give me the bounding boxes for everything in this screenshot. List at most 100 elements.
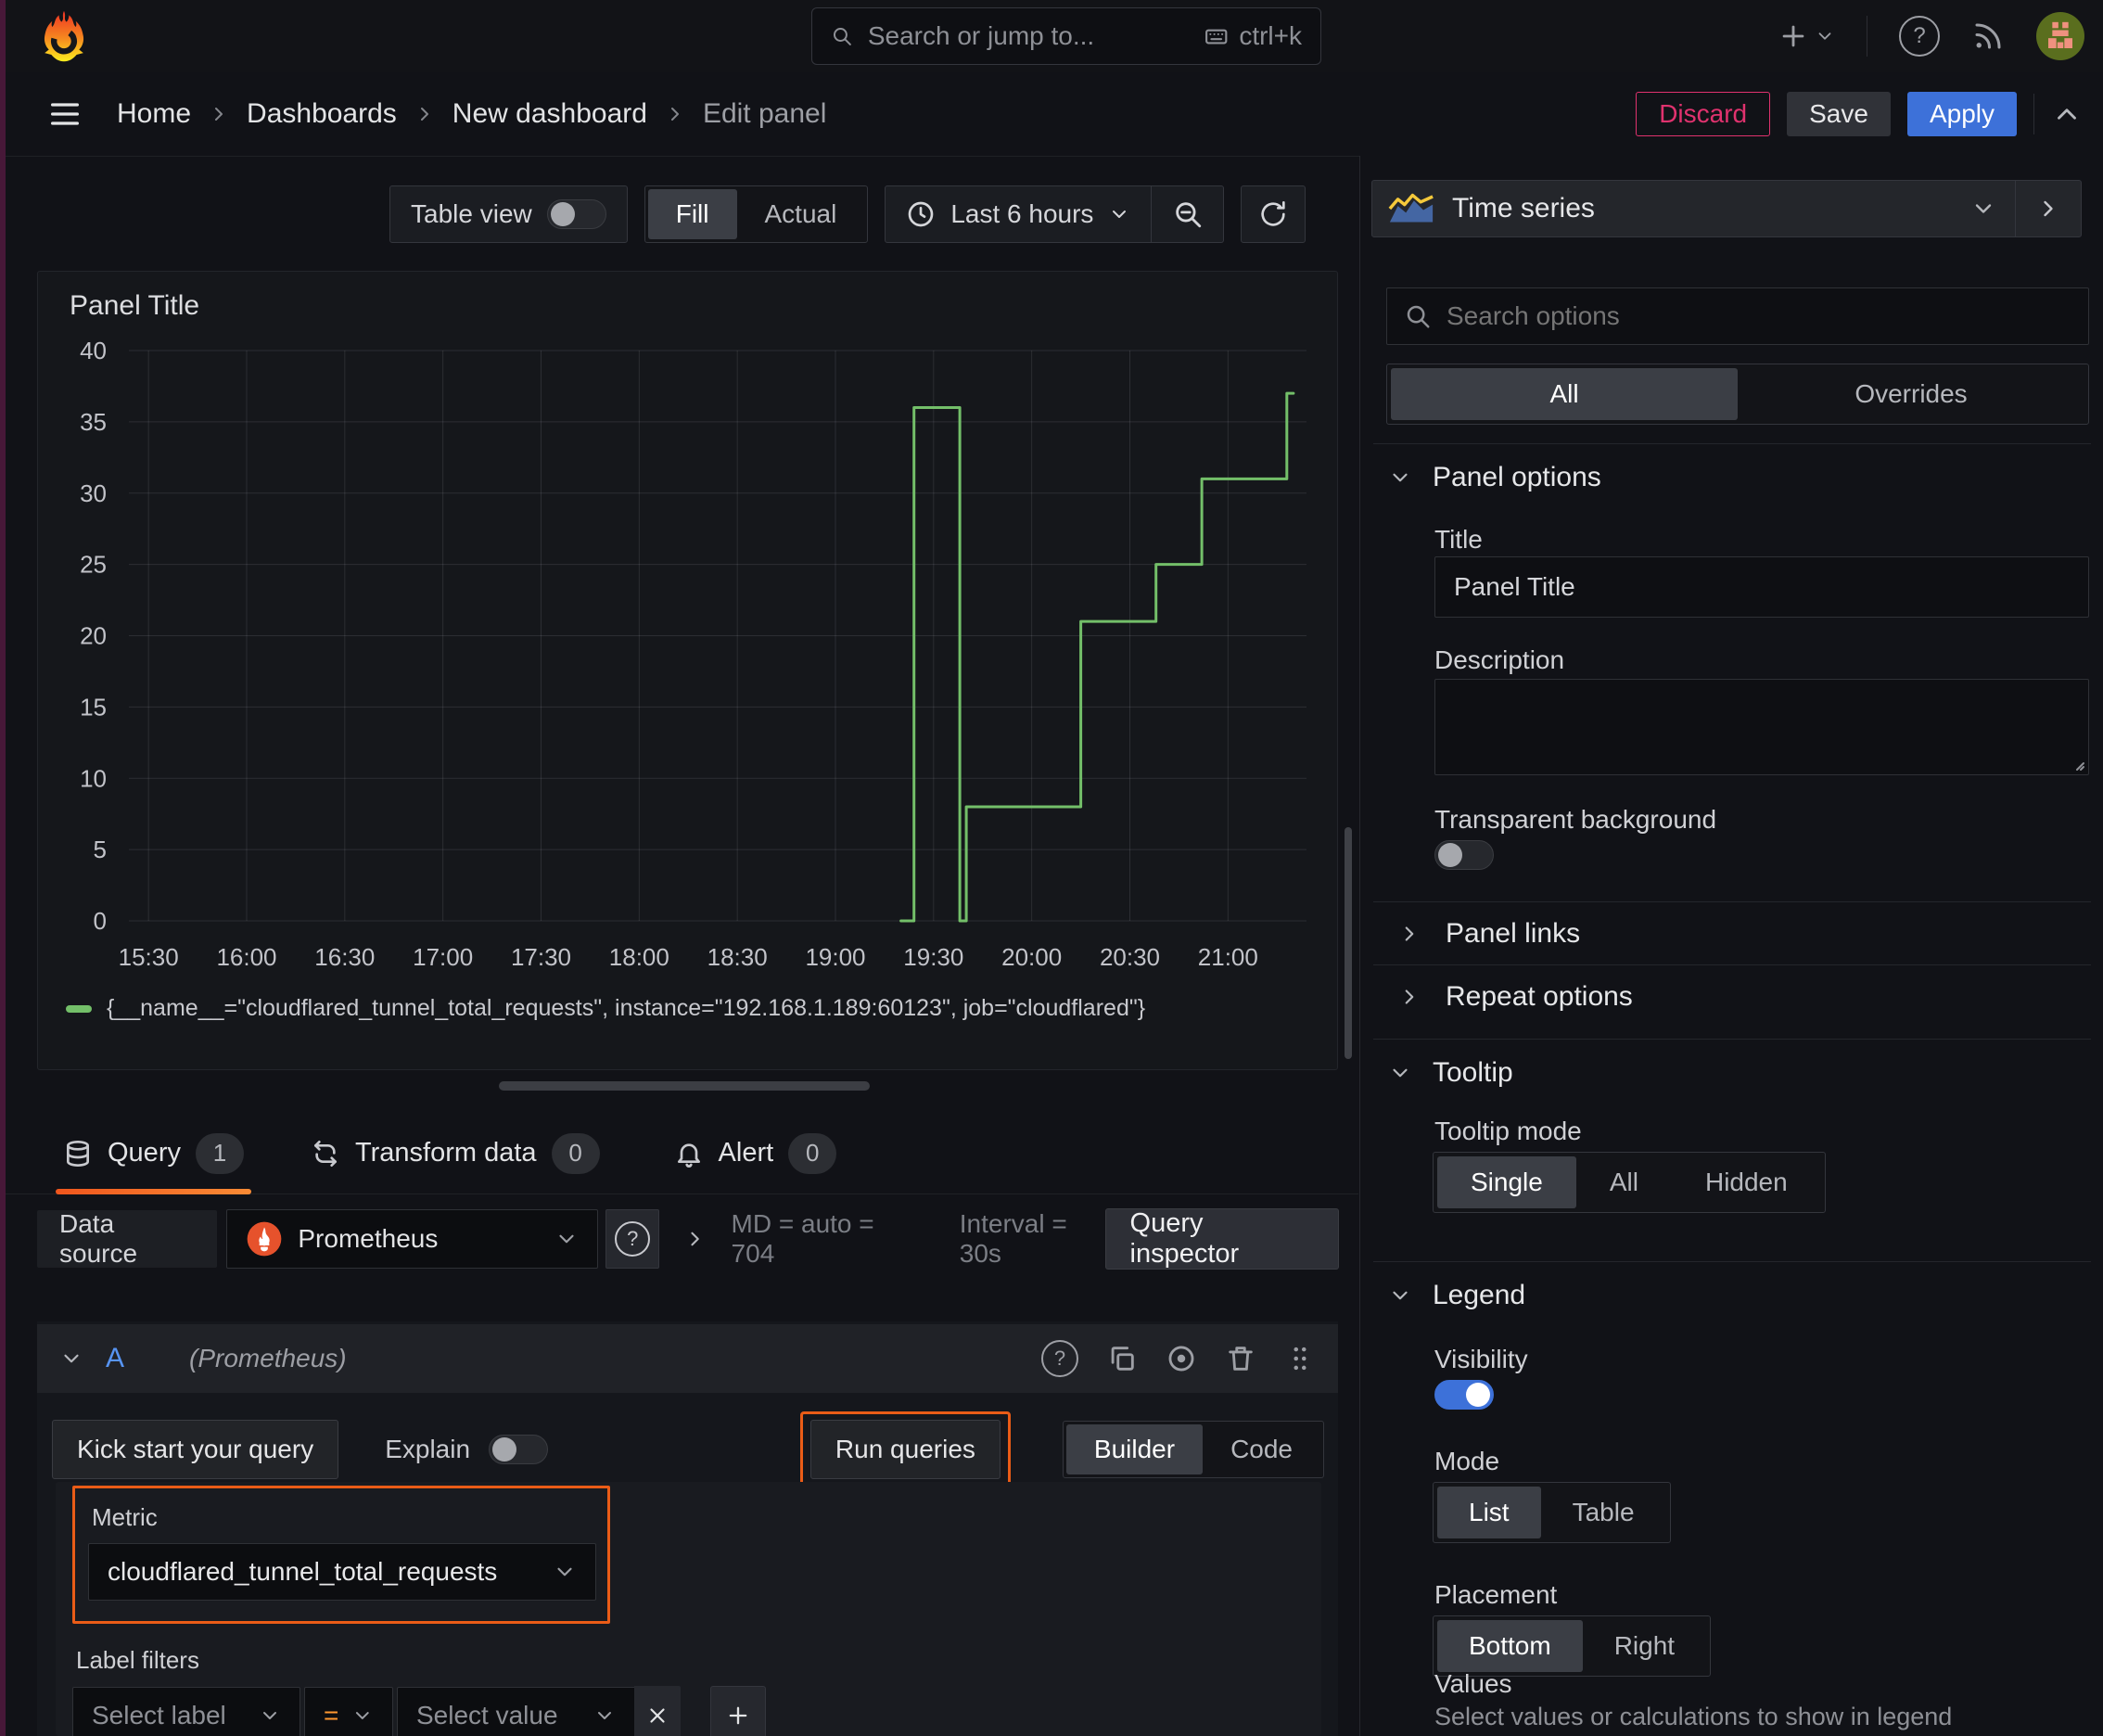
metric-select[interactable]: cloudflared_tunnel_total_requests [88,1543,596,1601]
repeat-options-title: Repeat options [1446,981,1633,1012]
tooltip-hidden-option[interactable]: Hidden [1672,1156,1821,1208]
legend-series-name[interactable]: {__name__="cloudflared_tunnel_total_requ… [107,995,1145,1022]
collapse-header-icon[interactable] [2051,98,2083,130]
legend-placement-bottom[interactable]: Bottom [1437,1620,1583,1672]
visualization-picker[interactable]: Time series [1371,180,2082,237]
collapse-query-icon[interactable] [59,1347,83,1371]
refresh-button[interactable] [1241,185,1306,243]
legend-placement-right[interactable]: Right [1583,1620,1706,1672]
grafana-logo[interactable] [37,9,91,63]
tab-transform-data[interactable]: Transform data 0 [311,1113,600,1194]
repeat-options-header[interactable]: Repeat options [1397,981,1633,1013]
select-value-dropdown[interactable]: Select value [397,1687,634,1736]
svg-text:21:00: 21:00 [1198,943,1258,971]
remove-filter-button[interactable] [634,1686,681,1736]
tab-all[interactable]: All [1391,368,1738,420]
stat-max-data-points: MD = auto = 704 [731,1209,874,1268]
news-rss-icon[interactable] [1971,19,2005,53]
tooltip-header[interactable]: Tooltip [1388,1057,1513,1089]
transparent-background-switch[interactable] [1434,840,1494,870]
fill-option[interactable]: Fill [647,189,737,239]
panel-options-header[interactable]: Panel options [1388,462,1601,493]
query-datasource-note: (Prometheus) [189,1344,347,1372]
scrollbar-thumb[interactable] [1345,827,1352,1059]
operator-dropdown[interactable]: = [304,1687,393,1736]
panel-options-title: Panel options [1433,462,1601,492]
disable-query-eye-icon[interactable] [1166,1343,1197,1374]
table-view-switch[interactable] [546,199,606,229]
expand-options-icon[interactable] [683,1227,707,1251]
select-label-dropdown[interactable]: Select label [72,1687,300,1736]
chart-legend[interactable]: {__name__="cloudflared_tunnel_total_requ… [66,995,1145,1022]
tooltip-all-option[interactable]: All [1576,1156,1672,1208]
svg-text:19:00: 19:00 [805,943,865,971]
options-search-input[interactable] [1445,300,2071,332]
time-series-chart[interactable]: 0 5 10 15 20 25 30 35 40 15:30 16:00 16:30 17:00 17:3… [45,327,1334,986]
breadcrumb-home[interactable]: Home [117,98,191,130]
tab-overrides[interactable]: Overrides [1738,368,2084,420]
duplicate-query-icon[interactable] [1106,1343,1138,1374]
new-menu-button[interactable] [1778,20,1835,52]
datasource-help-button[interactable]: ? [605,1209,660,1269]
user-avatar[interactable] [2036,12,2084,60]
explain-switch[interactable] [489,1435,549,1464]
query-section-tabs: Query 1 Transform data 0 Alert 0 [6,1113,1358,1194]
global-search[interactable]: ctrl+k [811,7,1321,65]
code-option[interactable]: Code [1203,1424,1320,1474]
svg-text:40: 40 [80,337,107,364]
options-search[interactable] [1386,287,2089,345]
panel-links-header[interactable]: Panel links [1397,918,1580,950]
query-inspector-button[interactable]: Query inspector [1105,1208,1338,1269]
tab-transform-count: 0 [551,1132,600,1174]
legend-mode-list[interactable]: List [1437,1487,1541,1538]
add-filter-button[interactable] [710,1686,766,1736]
search-icon [1407,305,1430,328]
chevron-down-icon [557,1567,572,1576]
builder-option[interactable]: Builder [1065,1424,1204,1474]
tooltip-single-option[interactable]: Single [1437,1156,1576,1208]
run-queries-highlight: Run queries [799,1411,1011,1487]
run-queries-button[interactable]: Run queries [809,1420,1001,1479]
chevron-right-icon [414,103,436,125]
svg-text:10: 10 [80,764,107,792]
query-row-header[interactable]: A (Prometheus) ? [37,1324,1338,1393]
remove-query-trash-icon[interactable] [1225,1343,1256,1374]
panel-resize-handle[interactable] [499,1081,870,1091]
tooltip-mode-label: Tooltip mode [1434,1117,1582,1145]
window-edge-strip [0,0,6,1736]
help-button[interactable]: ? [1899,16,1940,57]
save-button[interactable]: Save [1787,92,1891,136]
svg-text:30: 30 [80,479,107,507]
breadcrumb-dashboards[interactable]: Dashboards [247,98,397,130]
breadcrumb-edit-panel: Edit panel [702,98,827,129]
tab-alert[interactable]: Alert 0 [674,1113,837,1194]
table-view-toggle[interactable]: Table view [389,185,628,243]
legend-visibility-switch[interactable] [1434,1380,1494,1410]
time-range-picker[interactable]: Last 6 hours [885,185,1153,243]
viz-suggestions-button[interactable] [2015,181,2081,236]
datasource-picker[interactable]: Prometheus [226,1209,599,1269]
zoom-out-button[interactable] [1152,185,1225,243]
select-value-placeholder: Select value [416,1701,558,1730]
legend-header[interactable]: Legend [1388,1280,1525,1311]
breadcrumb-new-dashboard[interactable]: New dashboard [452,98,647,130]
query-help-icon[interactable]: ? [1041,1340,1078,1377]
description-textarea[interactable] [1434,679,2089,775]
global-search-input[interactable] [865,20,1204,52]
mega-menu-icon[interactable] [46,96,83,133]
svg-text:20:30: 20:30 [1100,943,1160,971]
discard-button[interactable]: Discard [1636,92,1771,136]
drag-handle-icon[interactable] [1284,1343,1316,1374]
svg-text:25: 25 [80,551,107,579]
title-input[interactable] [1434,556,2089,618]
time-series-panel[interactable]: Panel Title 0 5 10 15 20 25 30 35 40 15:30 16:00 16… [37,271,1338,1070]
kick-start-button[interactable]: Kick start your query [52,1420,339,1479]
select-label-placeholder: Select label [92,1701,226,1730]
refresh-icon [1261,200,1286,226]
apply-button[interactable]: Apply [1906,92,2017,136]
resize-handle-icon[interactable] [2064,750,2086,772]
actual-option[interactable]: Actual [737,189,865,239]
tab-query[interactable]: Query 1 [56,1113,251,1194]
svg-text:20: 20 [80,622,107,650]
legend-mode-table[interactable]: Table [1541,1487,1666,1538]
